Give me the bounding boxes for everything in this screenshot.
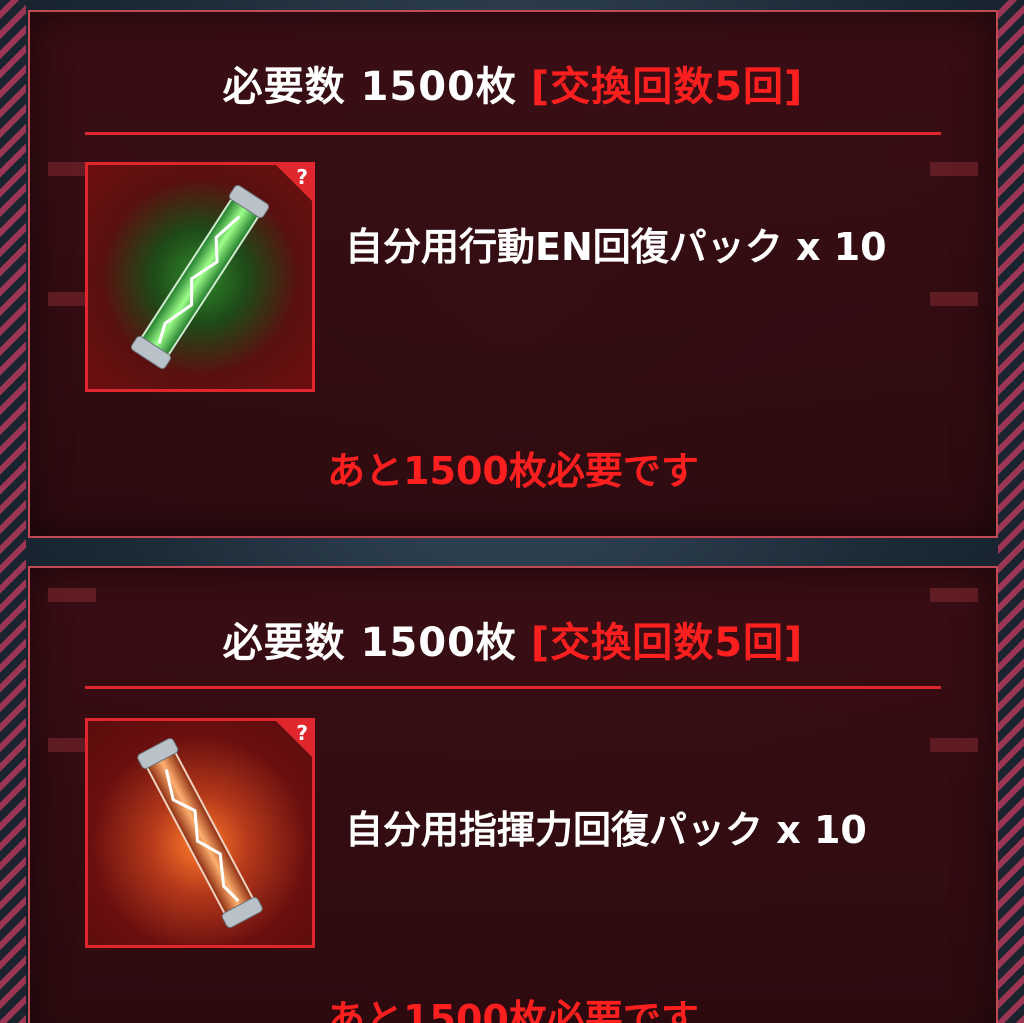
card-decoration	[930, 162, 978, 176]
exchange-card[interactable]: 必要数 1500枚 [交換回数5回]	[28, 566, 998, 1023]
card-decoration	[48, 588, 96, 602]
requirement-label: 必要数 1500枚	[222, 64, 517, 110]
item-name: 自分用指揮力回復パック x 10	[345, 808, 867, 852]
card-decoration	[930, 292, 978, 306]
status-text: あと1500枚必要です	[327, 449, 699, 493]
exchange-shop-screen: 必要数 1500枚 [交換回数5回] ? 自分用行動EN回復パック x 10 あ…	[0, 0, 1024, 1023]
help-icon[interactable]: ?	[296, 165, 308, 189]
status-text: あと1500枚必要です	[327, 997, 699, 1023]
header-divider	[85, 686, 941, 689]
card-decoration	[930, 588, 978, 602]
card-decoration	[930, 738, 978, 752]
left-hazard-stripe	[0, 0, 26, 1023]
help-icon[interactable]: ?	[296, 721, 308, 745]
exchange-card[interactable]: 必要数 1500枚 [交換回数5回]	[28, 10, 998, 538]
exchange-count-label: [交換回数5回]	[530, 620, 804, 666]
requirement-label: 必要数 1500枚	[222, 620, 517, 666]
item-thumbnail[interactable]: ?	[85, 162, 315, 392]
item-thumbnail[interactable]: ?	[85, 718, 315, 948]
card-header: 必要数 1500枚 [交換回数5回]	[30, 610, 996, 668]
item-name: 自分用行動EN回復パック x 10	[345, 225, 887, 269]
right-hazard-stripe	[998, 0, 1024, 1023]
exchange-count-label: [交換回数5回]	[530, 64, 804, 110]
card-header: 必要数 1500枚 [交換回数5回]	[30, 54, 996, 112]
header-divider	[85, 132, 941, 135]
